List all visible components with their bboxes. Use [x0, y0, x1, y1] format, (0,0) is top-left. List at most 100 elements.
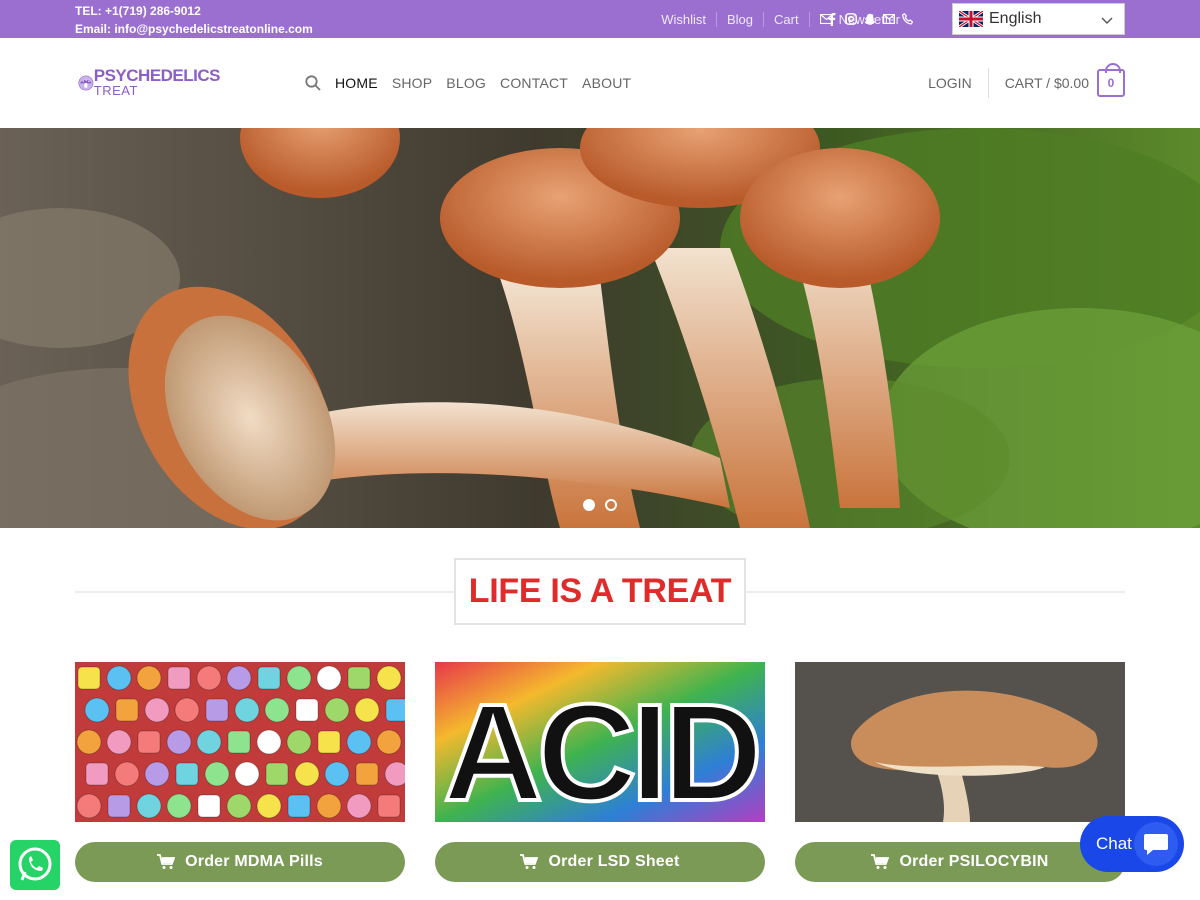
order-mdma-button[interactable]: Order MDMA Pills	[75, 842, 405, 882]
section-title: LIFE IS A TREAT	[454, 558, 746, 625]
language-selector[interactable]: English	[952, 3, 1125, 35]
pill-shape	[264, 697, 290, 723]
cart-button[interactable]: CART / $0.00 0	[1004, 63, 1125, 97]
cart-icon	[520, 854, 539, 869]
pill-shape	[227, 730, 251, 754]
whatsapp-icon	[18, 847, 52, 881]
logo-subtitle: TREAT	[93, 83, 138, 98]
top-bar: TEL: +1(719) 286-9012 Email: info@psyche…	[0, 0, 1200, 38]
pill-shape	[196, 665, 222, 691]
pill-shape	[204, 761, 230, 787]
pill-shape	[384, 761, 405, 787]
nav-about[interactable]: ABOUT	[582, 75, 631, 91]
hero-mushroom-image	[0, 128, 1200, 528]
pill-shape	[76, 729, 102, 755]
pill-shape	[355, 762, 379, 786]
nav-home[interactable]: HOME	[335, 75, 378, 91]
pill-shape	[234, 697, 260, 723]
chat-widget[interactable]: Chat	[1080, 816, 1184, 872]
nav-shop[interactable]: SHOP	[392, 75, 432, 91]
facebook-icon[interactable]	[826, 12, 838, 26]
nav-contact[interactable]: CONTACT	[500, 75, 568, 91]
pill-shape	[287, 794, 311, 818]
pill-shape	[295, 698, 319, 722]
snapchat-icon[interactable]	[864, 13, 876, 25]
nav-blog[interactable]: BLOG	[446, 75, 486, 91]
pill-shape	[84, 697, 110, 723]
pill-shape	[106, 665, 132, 691]
phone-icon[interactable]	[902, 13, 914, 25]
product-image-lsd[interactable]: ACID	[435, 662, 765, 822]
pill-shape	[317, 730, 341, 754]
cart-icon	[157, 854, 176, 869]
pill-shape	[324, 697, 350, 723]
pill-shape	[226, 665, 252, 691]
pill-shape	[376, 729, 402, 755]
cart-count-badge: 0	[1097, 63, 1125, 97]
pill-shape	[107, 794, 131, 818]
product-card-lsd: ACID Order LSD Sheet	[435, 662, 765, 882]
pill-shape	[76, 793, 102, 819]
pill-shape	[166, 793, 192, 819]
pill-shape	[257, 666, 281, 690]
pill-shape	[265, 762, 289, 786]
slider-dot-1[interactable]	[583, 499, 595, 511]
slider-dots	[583, 499, 617, 511]
order-lsd-label: Order LSD Sheet	[548, 853, 680, 870]
pill-shape	[226, 793, 252, 819]
slider-dot-2[interactable]	[605, 499, 617, 511]
wishlist-link[interactable]: Wishlist	[651, 12, 716, 27]
cart-total: CART / $0.00	[1004, 75, 1089, 91]
hero-slider[interactable]	[0, 128, 1200, 528]
pills-image	[75, 662, 405, 822]
pill-shape	[174, 697, 200, 723]
pill-shape	[346, 729, 372, 755]
acid-sheet-image: ACID	[435, 662, 765, 822]
pill-shape	[137, 730, 161, 754]
pill-shape	[316, 665, 342, 691]
pill-shape	[234, 761, 260, 787]
email-address[interactable]: Email: info@psychedelicstreatonline.com	[75, 20, 313, 38]
language-label: English	[989, 10, 1042, 27]
instagram-icon[interactable]	[845, 13, 857, 25]
uk-flag-icon	[959, 11, 983, 27]
whatsapp-button[interactable]	[10, 840, 60, 890]
product-card-psilocybin: Order PSILOCYBIN	[795, 662, 1125, 882]
pill-shape	[256, 793, 282, 819]
pill-shape	[115, 698, 139, 722]
product-image-mdma[interactable]	[75, 662, 405, 822]
order-psilocybin-button[interactable]: Order PSILOCYBIN	[795, 842, 1125, 882]
product-image-psilocybin[interactable]	[795, 662, 1125, 822]
acid-text: ACID	[443, 676, 757, 822]
pill-shape	[175, 762, 199, 786]
cart-top-link[interactable]: Cart	[763, 11, 809, 27]
pill-shape	[85, 762, 109, 786]
search-icon[interactable]	[305, 75, 321, 91]
pill-shape	[286, 665, 312, 691]
mushroom-logo-icon	[78, 75, 94, 91]
pill-shape	[324, 761, 350, 787]
mushroom-image	[795, 662, 1125, 822]
pill-shape	[205, 698, 229, 722]
pill-shape	[354, 697, 380, 723]
order-lsd-button[interactable]: Order LSD Sheet	[435, 842, 765, 882]
pill-shape	[136, 665, 162, 691]
pill-shape	[114, 761, 140, 787]
social-icons	[826, 0, 914, 38]
chat-bubble-icon	[1134, 822, 1178, 866]
pill-shape	[385, 698, 405, 722]
pill-shape	[144, 697, 170, 723]
chevron-down-icon	[1101, 17, 1113, 24]
pill-shape	[376, 665, 402, 691]
login-link[interactable]: LOGIN	[928, 68, 989, 98]
phone-number[interactable]: TEL: +1(719) 286-9012	[75, 2, 313, 20]
site-header: PSYCHEDELICS TREAT HOME SHOP BLOG CONTAC…	[0, 38, 1200, 128]
mail-icon[interactable]	[883, 13, 895, 25]
blog-top-link[interactable]: Blog	[715, 11, 763, 27]
pill-shape	[197, 794, 221, 818]
logo-title: PSYCHEDELICS	[93, 66, 221, 85]
site-logo[interactable]: PSYCHEDELICS TREAT	[78, 60, 221, 106]
pill-shape	[144, 761, 170, 787]
chat-label: Chat	[1096, 834, 1132, 853]
pill-shape	[196, 729, 222, 755]
